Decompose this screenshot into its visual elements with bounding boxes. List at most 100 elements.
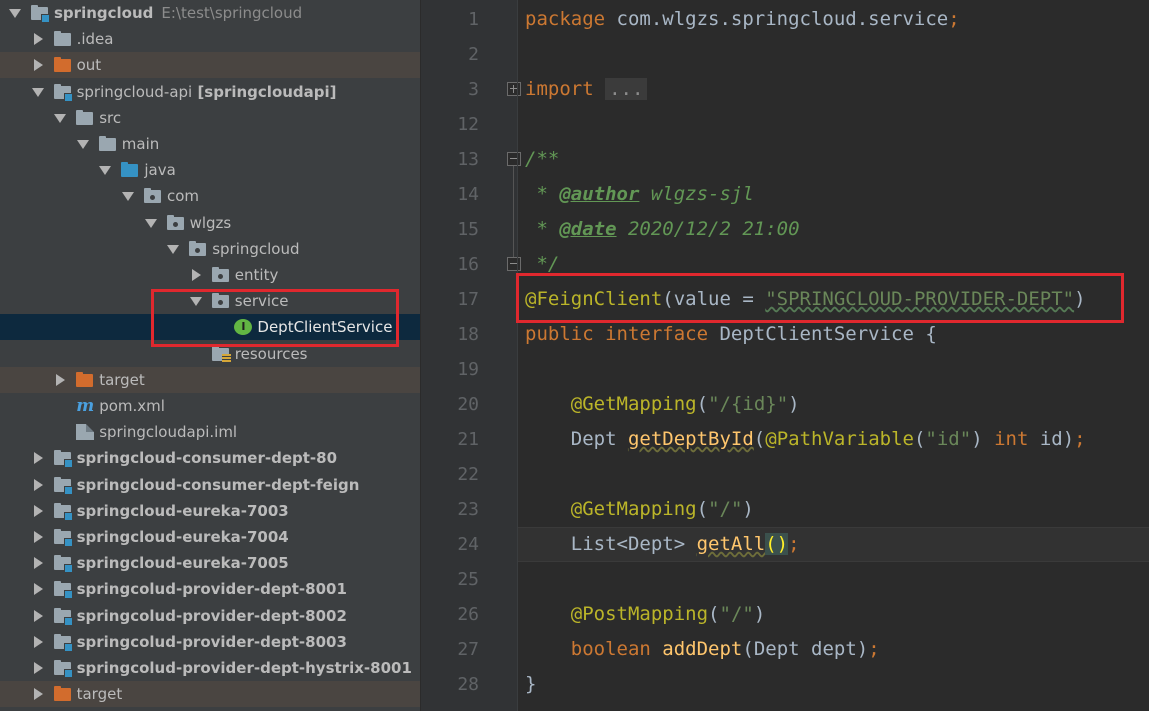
tree-item-label: java bbox=[144, 161, 176, 180]
collapse-arrow-icon[interactable] bbox=[33, 583, 43, 596]
line-number-gutter: 1 2 3 12 13 14 15 16 17 18 19 20 21 22 23 24 25 26 27 28 bbox=[421, 0, 521, 711]
code-token: Dept bbox=[525, 428, 628, 450]
tree-eureka-7005[interactable]: springcloud-eureka-7005 bbox=[0, 550, 420, 576]
expand-arrow-icon[interactable] bbox=[167, 244, 180, 254]
tree-springcloud-pkg[interactable]: springcloud bbox=[0, 236, 420, 262]
collapse-arrow-icon[interactable] bbox=[33, 59, 43, 72]
tree-iml[interactable]: springcloudapi.iml bbox=[0, 419, 420, 445]
tree-provider-8003[interactable]: springcolud-provider-dept-8003 bbox=[0, 629, 420, 655]
module-folder-icon bbox=[53, 555, 73, 574]
tree-entity[interactable]: entity bbox=[0, 262, 420, 288]
tree-item-label: resources bbox=[234, 344, 308, 363]
code-line[interactable]: import ... bbox=[525, 72, 648, 107]
tree-root-springcloud[interactable]: springcloud E:\test\springcloud bbox=[0, 0, 420, 26]
code-line[interactable]: boolean addDept(Dept dept); bbox=[525, 632, 880, 667]
collapse-arrow-icon[interactable] bbox=[33, 33, 43, 46]
expand-arrow-icon[interactable] bbox=[76, 140, 89, 149]
code-line[interactable]: @GetMapping("/") bbox=[525, 492, 754, 527]
expand-arrow-icon[interactable] bbox=[144, 218, 157, 228]
collapse-arrow-icon[interactable] bbox=[191, 269, 201, 281]
code-token: ; bbox=[788, 533, 800, 555]
tree-resources[interactable]: resources bbox=[0, 341, 420, 367]
tree-eureka-7004[interactable]: springcloud-eureka-7004 bbox=[0, 524, 420, 550]
tree-consumer-feign[interactable]: springcloud-consumer-dept-feign bbox=[0, 472, 420, 498]
code-line[interactable]: List<Dept> getAll(); bbox=[525, 527, 800, 562]
tree-com[interactable]: com bbox=[0, 183, 420, 209]
tree-provider-8002[interactable]: springcolud-provider-dept-8002 bbox=[0, 603, 420, 629]
fold-collapse-icon[interactable] bbox=[507, 152, 521, 166]
code-token: ) bbox=[1074, 288, 1086, 310]
code-line[interactable]: */ bbox=[525, 247, 559, 282]
code-line[interactable]: /** bbox=[525, 142, 559, 177]
expand-arrow-icon[interactable] bbox=[189, 297, 202, 307]
code-token: @FeignClient bbox=[525, 288, 663, 310]
tree-service[interactable]: service bbox=[0, 288, 420, 314]
expand-arrow-icon[interactable] bbox=[9, 9, 21, 18]
collapse-arrow-icon[interactable] bbox=[33, 531, 43, 543]
tree-java[interactable]: java bbox=[0, 157, 420, 183]
tree-consumer-80[interactable]: springcloud-consumer-dept-80 bbox=[0, 445, 420, 471]
collapse-arrow-icon[interactable] bbox=[33, 635, 43, 648]
collapse-arrow-icon[interactable] bbox=[33, 478, 43, 491]
tree-springcloud-api[interactable]: springcloud-api [springcloudapi] bbox=[0, 79, 420, 105]
fold-expand-icon[interactable] bbox=[507, 82, 521, 96]
tree-out[interactable]: out bbox=[0, 52, 420, 79]
tree-provider-hystrix[interactable]: springcolud-provider-dept-hystrix-8001 bbox=[0, 655, 420, 681]
tree-wlgzs[interactable]: wlgzs bbox=[0, 210, 420, 236]
code-token: () bbox=[765, 533, 789, 555]
collapse-arrow-icon[interactable] bbox=[33, 609, 43, 622]
expand-arrow-icon[interactable] bbox=[99, 166, 112, 176]
module-folder-icon bbox=[53, 581, 73, 600]
package-icon bbox=[144, 188, 162, 204]
tree-target-api[interactable]: target bbox=[0, 366, 420, 393]
collapse-arrow-icon[interactable] bbox=[33, 452, 43, 465]
expand-arrow-icon[interactable] bbox=[31, 87, 44, 97]
code-token: */ bbox=[525, 253, 560, 275]
fold-collapse-icon[interactable] bbox=[507, 257, 521, 271]
code-line[interactable]: * @date 2020/12/2 21:00 bbox=[525, 212, 799, 247]
tree-item-label: springcolud-provider-dept-hystrix-8001 bbox=[76, 659, 412, 677]
folder-icon bbox=[53, 31, 72, 47]
collapse-arrow-icon[interactable] bbox=[33, 504, 43, 517]
tree-item-label: springcloud-api [springcloudapi] bbox=[76, 82, 337, 101]
code-editor[interactable]: 1 2 3 12 13 14 15 16 17 18 19 20 21 22 23 24 25 26 27 28 pa… bbox=[421, 0, 1149, 711]
code-token: List<Dept> bbox=[525, 533, 697, 555]
code-line[interactable]: package com.wlgzs.springcloud.service; bbox=[525, 2, 960, 37]
excluded-folder-icon bbox=[76, 371, 94, 388]
code-line[interactable]: } bbox=[525, 667, 536, 702]
tree-item-label: com bbox=[167, 187, 200, 206]
collapse-arrow-icon[interactable] bbox=[33, 688, 43, 701]
code-token: "id" bbox=[925, 428, 972, 450]
collapse-arrow-icon[interactable] bbox=[33, 662, 43, 674]
code-line[interactable]: @PostMapping("/") bbox=[525, 597, 766, 632]
tree-deptclientservice[interactable]: I DeptClientService bbox=[0, 314, 420, 341]
tree-eureka-7003[interactable]: springcloud-eureka-7003 bbox=[0, 498, 420, 524]
code-token: ; bbox=[868, 638, 880, 660]
tree-provider-8001[interactable]: springcolud-provider-dept-8001 bbox=[0, 576, 420, 602]
tree-main[interactable]: main bbox=[0, 131, 420, 157]
line-number: 23 bbox=[457, 499, 479, 520]
code-line[interactable]: Dept getDeptById(@PathVariable("id") int… bbox=[525, 422, 1086, 457]
tree-src[interactable]: src bbox=[0, 105, 420, 131]
tree-idea[interactable]: .idea bbox=[0, 26, 420, 52]
code-token: * bbox=[525, 183, 560, 205]
expand-arrow-icon[interactable] bbox=[54, 113, 67, 123]
code-token: "SPRINGCLOUD-PROVIDER-DEPT" bbox=[765, 288, 1075, 310]
tree-pom[interactable]: m pom.xml bbox=[0, 393, 420, 419]
code-token: (value = bbox=[662, 288, 766, 310]
iml-file-icon bbox=[76, 424, 95, 441]
tree-target-root[interactable]: target bbox=[0, 681, 420, 708]
expand-arrow-icon[interactable] bbox=[122, 192, 134, 202]
collapse-arrow-icon[interactable] bbox=[56, 373, 66, 386]
collapse-arrow-icon[interactable] bbox=[33, 557, 43, 570]
line-number: 27 bbox=[457, 639, 479, 660]
code-line[interactable]: @FeignClient(value = "SPRINGCLOUD-PROVID… bbox=[525, 282, 1086, 317]
code-line[interactable]: public interface DeptClientService { bbox=[525, 317, 937, 352]
code-line[interactable]: @GetMapping("/{id}") bbox=[525, 387, 800, 422]
code-token: package bbox=[525, 8, 606, 30]
code-line[interactable]: * @author wlgzs-sjl bbox=[525, 177, 753, 212]
code-token: int bbox=[994, 428, 1029, 450]
code-token: "/{id}" bbox=[708, 393, 789, 415]
code-token: ; bbox=[1074, 428, 1086, 450]
